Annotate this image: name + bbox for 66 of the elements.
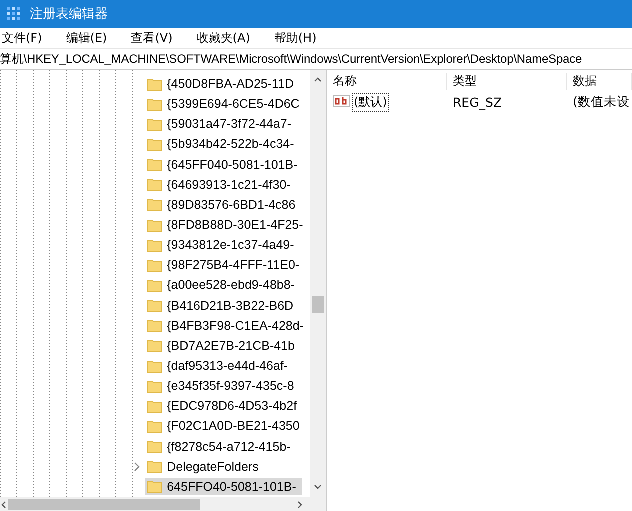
horizontal-scrollbar[interactable] <box>0 497 326 511</box>
scrollbar-thumb[interactable] <box>8 499 200 510</box>
tree-item[interactable]: {98F275B4-4FFF-11E0- <box>145 256 306 274</box>
tree-item[interactable]: {BD7A2E7B-21CB-41b <box>145 337 301 354</box>
folder-icon <box>147 238 162 253</box>
tree-item[interactable]: {f8278c54-a712-415b- <box>145 438 297 456</box>
folder-icon <box>147 258 162 273</box>
folder-icon <box>147 197 162 212</box>
folder-icon <box>147 318 162 334</box>
scroll-left-icon[interactable] <box>0 501 8 509</box>
registry-icon <box>6 6 22 22</box>
tree-item[interactable]: {645FF040-5081-101B- <box>145 156 304 174</box>
folder-icon <box>147 298 162 314</box>
tree-item[interactable]: {59031a47-3f72-44a7- <box>145 116 298 133</box>
folder-icon <box>147 398 162 414</box>
scroll-up-icon[interactable] <box>314 76 322 84</box>
column-header[interactable]: 数据 <box>567 72 632 90</box>
menu-item[interactable]: 编辑(E) <box>64 30 110 46</box>
window-title: 注册表编辑器 <box>30 6 108 23</box>
folder-icon <box>147 338 162 354</box>
menu-item[interactable]: 文件(F) <box>0 30 44 46</box>
folder-icon <box>147 358 162 374</box>
tree-item[interactable]: {F02C1A0D-BE21-4350 <box>145 418 306 435</box>
tree-item[interactable]: {450D8FBA-AD25-11D <box>145 76 300 93</box>
folder-icon <box>147 218 162 233</box>
tree-item[interactable]: {e345f35f-9397-435c-8 <box>145 378 300 395</box>
tree-item[interactable]: DelegateFolders <box>145 458 265 476</box>
string-value-icon <box>333 94 350 110</box>
tree-item[interactable]: {5399E694-6CE5-4D6C <box>145 96 306 113</box>
folder-icon <box>147 116 162 132</box>
tree-item[interactable]: {B416D21B-3B22-B6D <box>145 297 300 314</box>
folder-icon <box>147 96 162 112</box>
menu-item[interactable]: 收藏夹(A) <box>194 30 252 46</box>
scrollbar-thumb[interactable] <box>312 296 324 313</box>
tree-item[interactable]: {89D83576-6BD1-4c86 <box>145 196 302 214</box>
tree-item[interactable]: 645FFO40-5081-101B- <box>145 478 302 496</box>
column-header[interactable]: 类型 <box>447 72 567 90</box>
menu-item[interactable]: 帮助(H) <box>272 30 319 46</box>
scroll-right-icon[interactable] <box>296 501 304 509</box>
folder-icon <box>147 76 162 92</box>
folder-icon <box>147 418 162 434</box>
tree-item[interactable]: {5b934b42-522b-4c34- <box>145 136 300 153</box>
value-type: REG_SZ <box>452 94 504 110</box>
value-name[interactable]: (默认) <box>352 92 390 112</box>
menu-item[interactable]: 查看(V) <box>129 30 175 46</box>
folder-icon <box>147 459 162 474</box>
scroll-down-icon[interactable] <box>314 483 322 491</box>
tree-item[interactable]: {64693913-1c21-4f30- <box>145 176 297 194</box>
tree-item[interactable]: {B4FB3F98-C1EA-428d- <box>145 317 310 334</box>
tree-item[interactable]: {a00ee528-ebd9-48b8- <box>145 276 302 294</box>
folder-icon <box>147 177 162 192</box>
folder-icon <box>147 479 162 494</box>
folder-icon <box>147 136 162 152</box>
vertical-scrollbar[interactable] <box>310 70 326 497</box>
folder-icon <box>147 157 162 172</box>
chevron-icon[interactable] <box>133 462 142 472</box>
address-bar[interactable]: 算机\HKEY_LOCAL_MACHINE\SOFTWARE\Microsoft\Windows\CurrentVersion\Explorer\Desktop\NameSpace <box>0 48 632 70</box>
tree-item[interactable]: {daf95313-e44d-46af- <box>145 358 294 375</box>
folder-icon <box>147 378 162 394</box>
tree-item[interactable]: {9343812e-1c37-4a49- <box>145 236 300 254</box>
column-header[interactable]: 名称 <box>327 72 447 90</box>
value-data: (数值未设 <box>572 94 631 110</box>
tree-item[interactable]: {EDC978D6-4D53-4b2f <box>145 398 304 415</box>
folder-icon <box>147 439 162 454</box>
tree-item[interactable]: {8FD8B88D-30E1-4F25- <box>145 216 310 234</box>
folder-icon <box>147 278 162 293</box>
